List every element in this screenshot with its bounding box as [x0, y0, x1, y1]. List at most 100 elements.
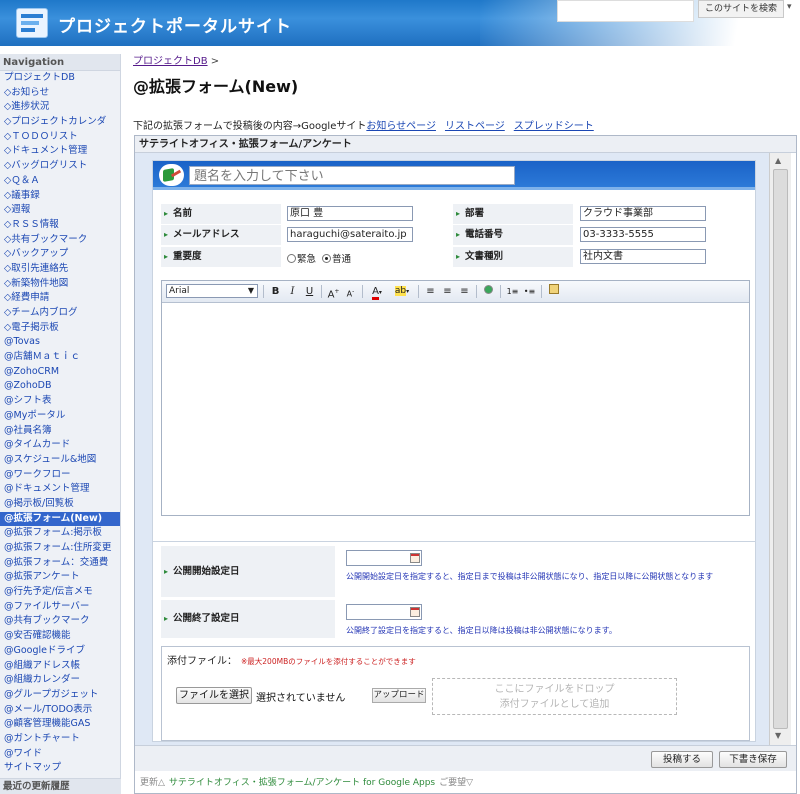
- dept-field[interactable]: クラウド事業部: [580, 206, 706, 221]
- sidebar-item[interactable]: ◇お知らせ: [0, 86, 120, 101]
- gadget-scrollbar[interactable]: ▲ ▼: [769, 153, 791, 745]
- sidebar-item[interactable]: ◇バッグログリスト: [0, 159, 120, 174]
- sidebar-item[interactable]: ◇チーム内ブログ: [0, 306, 120, 321]
- sidebar-item[interactable]: @拡張フォーム:住所変更: [0, 541, 120, 556]
- sidebar-item[interactable]: @スケジュール&地図: [0, 453, 120, 468]
- image-icon[interactable]: [481, 284, 496, 299]
- sidebar-item[interactable]: @Myポータル: [0, 409, 120, 424]
- sidebar-item[interactable]: @組織カレンダー: [0, 673, 120, 688]
- sidebar-item[interactable]: @ZohoCRM: [0, 365, 120, 380]
- sidebar-item[interactable]: ◇電子掲示板: [0, 321, 120, 336]
- sidebar-item[interactable]: @拡張フォーム：交通費: [0, 556, 120, 571]
- sidebar-item[interactable]: @ZohoDB: [0, 379, 120, 394]
- sidebar-item[interactable]: ◇取引先連絡先: [0, 262, 120, 277]
- sidebar-item[interactable]: @ドキュメント管理: [0, 482, 120, 497]
- sidebar-item[interactable]: @顧客管理機能GAS: [0, 717, 120, 732]
- highlight-icon[interactable]: ab▾: [391, 284, 413, 299]
- save-draft-button[interactable]: 下書き保存: [719, 751, 787, 768]
- align-right-icon[interactable]: ≡: [457, 284, 472, 299]
- scroll-thumb[interactable]: [773, 169, 788, 729]
- sidebar-item[interactable]: @メール/TODO表示: [0, 703, 120, 718]
- sidebar-item[interactable]: ◇ＲＳＳ情報: [0, 218, 120, 233]
- site-title[interactable]: プロジェクトポータルサイト: [58, 12, 292, 37]
- sidebar-item[interactable]: @拡張フォーム(New): [0, 511, 120, 527]
- site-logo-icon[interactable]: [16, 8, 48, 38]
- bullet-list-icon[interactable]: •≡: [522, 284, 537, 299]
- sidebar-item[interactable]: @タイムカード: [0, 438, 120, 453]
- underline-icon[interactable]: U: [302, 284, 317, 299]
- sidebar-item[interactable]: ◇週報: [0, 203, 120, 218]
- breadcrumb-link[interactable]: プロジェクトDB: [133, 56, 208, 67]
- name-label: ▸ 名前: [161, 204, 281, 224]
- sidebar-item[interactable]: @店舗Ｍａｔｉｃ: [0, 350, 120, 365]
- sidebar-item[interactable]: @共有ブックマーク: [0, 614, 120, 629]
- sidebar-item[interactable]: ◇Ｑ＆Ａ: [0, 174, 120, 189]
- sidebar-item[interactable]: @社員名簿: [0, 424, 120, 439]
- name-field[interactable]: 原口 豊: [287, 206, 413, 221]
- sidebar-item[interactable]: @拡張アンケート: [0, 570, 120, 585]
- italic-icon[interactable]: I: [285, 284, 300, 299]
- priority-urgent-radio[interactable]: [287, 254, 296, 263]
- sidebar-item[interactable]: @Googleドライブ: [0, 644, 120, 659]
- sidebar-item[interactable]: プロジェクトDB: [0, 71, 120, 86]
- email-field[interactable]: haraguchi@sateraito.jp: [287, 227, 413, 242]
- sidebar-item[interactable]: @グループガジェット: [0, 688, 120, 703]
- text-color-icon[interactable]: A▾: [367, 284, 387, 300]
- post-button[interactable]: 投稿する: [651, 751, 713, 768]
- intro-link-news[interactable]: お知らせページ: [366, 121, 436, 132]
- sidebar-item[interactable]: ◇バックアップ: [0, 247, 120, 262]
- font-select[interactable]: Arial ▼: [166, 284, 258, 298]
- priority-normal-radio[interactable]: [322, 254, 332, 263]
- file-dropzone[interactable]: ここにファイルをドロップ 添付ファイルとして追加: [432, 678, 677, 715]
- subject-input[interactable]: 題名を入力して下さい: [189, 166, 515, 185]
- sidebar-item[interactable]: @ワークフロー: [0, 468, 120, 483]
- align-left-icon[interactable]: ≡: [423, 284, 438, 299]
- calendar-icon[interactable]: [410, 553, 420, 563]
- sidebar-item[interactable]: サイトマップ: [0, 761, 120, 776]
- publish-start-date-input[interactable]: [346, 550, 422, 566]
- site-search-input[interactable]: [557, 0, 694, 22]
- intro-link-spreadsheet[interactable]: スプレッドシート: [514, 121, 594, 132]
- numbered-list-icon[interactable]: 1≡: [505, 284, 520, 299]
- site-search-button[interactable]: このサイトを検索: [698, 0, 784, 18]
- sidebar-item[interactable]: @行先予定/伝言メモ: [0, 585, 120, 600]
- sidebar-item[interactable]: ◇経費申請: [0, 291, 120, 306]
- font-size-up-icon[interactable]: A+: [326, 284, 341, 300]
- sidebar-item[interactable]: @掲示板/回覧板: [0, 497, 120, 512]
- sidebar-item[interactable]: ◇ドキュメント管理: [0, 144, 120, 159]
- sidebar-item[interactable]: @ワイド: [0, 747, 120, 762]
- editor-body[interactable]: [162, 303, 749, 515]
- sidebar-item[interactable]: ◇プロジェクトカレンダ: [0, 115, 120, 130]
- phone-field[interactable]: 03-3333-5555: [580, 227, 706, 242]
- scroll-down-icon[interactable]: ▼: [775, 731, 781, 740]
- sidebar-item[interactable]: ◇ＴＯＤＯリスト: [0, 130, 120, 145]
- sidebar-item[interactable]: @組織アドレス帳: [0, 659, 120, 674]
- app-name-link[interactable]: サテライトオフィス・拡張フォーム/アンケート for Google Apps: [169, 778, 435, 788]
- sidebar-item[interactable]: ◇議事録: [0, 189, 120, 204]
- sidebar-item[interactable]: @Tovas: [0, 335, 120, 350]
- sidebar-item[interactable]: ◇新築物件地図: [0, 277, 120, 292]
- font-size-down-icon[interactable]: A-: [343, 284, 358, 299]
- sidebar-item[interactable]: @ファイルサーバー: [0, 600, 120, 615]
- calendar-icon[interactable]: [410, 607, 420, 617]
- attachment-title: 添付ファイル： ※最大200MBのファイルを添付することができます: [167, 656, 416, 667]
- form-logo-icon: [159, 164, 184, 186]
- sidebar-item[interactable]: ◇進捗状況: [0, 100, 120, 115]
- update-link[interactable]: 更新△: [140, 778, 165, 788]
- sidebar-item[interactable]: ◇共有ブックマーク: [0, 233, 120, 248]
- choose-file-button[interactable]: ファイルを選択: [176, 687, 252, 704]
- scroll-up-icon[interactable]: ▲: [775, 156, 781, 165]
- intro-link-list[interactable]: リストページ: [445, 121, 505, 132]
- doctype-field[interactable]: 社内文書: [580, 249, 706, 264]
- sidebar-item[interactable]: @拡張フォーム:掲示板: [0, 526, 120, 541]
- bold-icon[interactable]: B: [268, 284, 283, 299]
- sidebar-item[interactable]: @安否確認機能: [0, 629, 120, 644]
- align-center-icon[interactable]: ≡: [440, 284, 455, 299]
- sidebar-item[interactable]: @シフト表: [0, 394, 120, 409]
- upload-button[interactable]: アップロード: [372, 688, 426, 703]
- search-dropdown-icon[interactable]: ▾: [787, 2, 792, 12]
- sidebar-item[interactable]: @ガントチャート: [0, 732, 120, 747]
- request-link[interactable]: ご要望▽: [439, 778, 473, 788]
- html-edit-icon[interactable]: [546, 284, 561, 299]
- publish-end-date-input[interactable]: [346, 604, 422, 620]
